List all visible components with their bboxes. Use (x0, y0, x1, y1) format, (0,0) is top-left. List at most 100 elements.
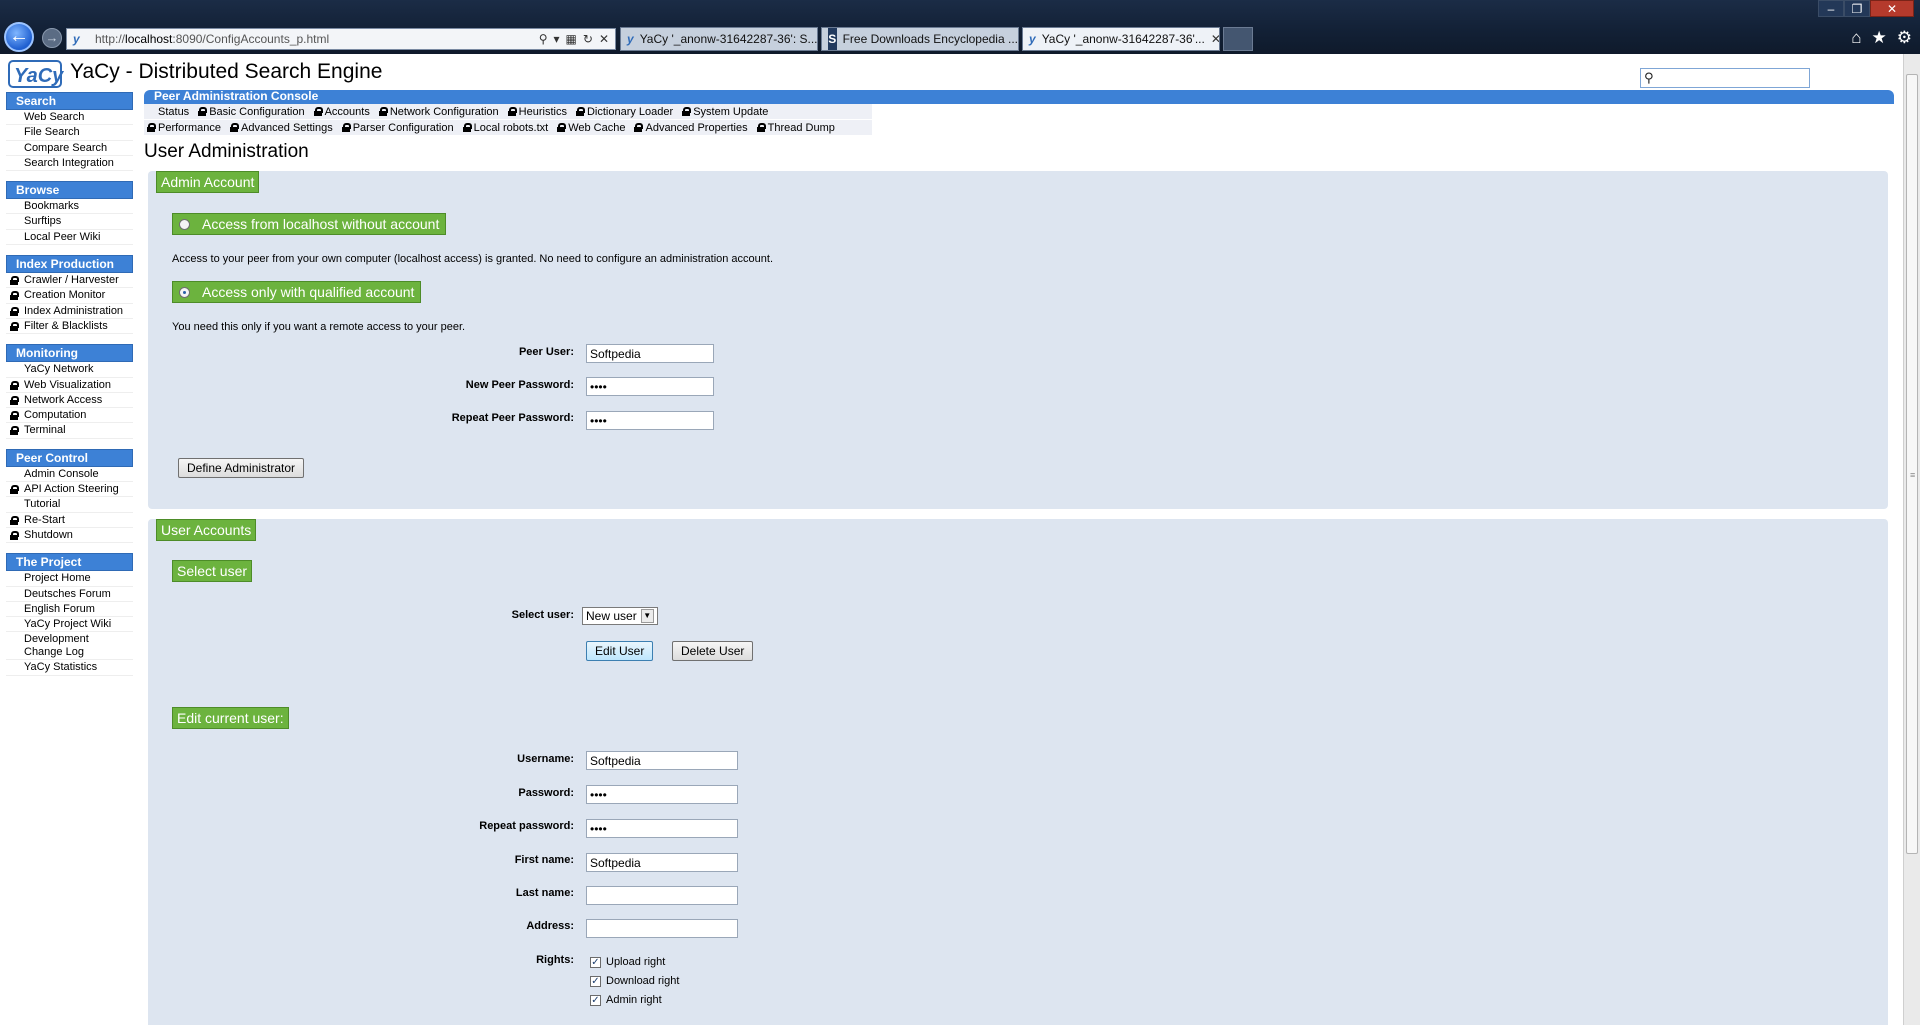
console-tab-network-configuration[interactable]: Network Configuration (376, 104, 505, 119)
sidebar-item-admin-console[interactable]: Admin Console (6, 466, 133, 483)
sidebar-item-label: Re-Start (24, 513, 65, 526)
sidebar-item-development-change-log[interactable]: Development Change Log (6, 632, 133, 661)
username-input[interactable] (586, 751, 738, 770)
sidebar-item-re-start[interactable]: Re-Start (6, 512, 133, 528)
checkbox-checked-icon[interactable]: ✓ (590, 994, 601, 1006)
sidebar-item-deutsches-forum[interactable]: Deutsches Forum (6, 586, 133, 602)
close-tab-icon[interactable]: ✕ (1211, 28, 1219, 50)
password-input[interactable] (586, 785, 738, 804)
close-window-icon[interactable]: ✕ (1870, 0, 1914, 17)
sidebar-item-surftips[interactable]: Surftips (6, 214, 133, 230)
forward-arrow-icon[interactable]: → (42, 28, 62, 48)
console-tab-label: Parser Configuration (352, 122, 454, 134)
sidebar-item-compare-search[interactable]: Compare Search (6, 140, 133, 156)
download-right-checkbox[interactable]: ✓ Download right (590, 975, 679, 987)
refresh-icon[interactable]: ↻ (583, 32, 593, 46)
upload-right-checkbox[interactable]: ✓ Upload right (590, 956, 665, 968)
console-tab-local-robots-txt[interactable]: Local robots.txt (460, 120, 555, 135)
checkbox-checked-icon[interactable]: ✓ (590, 956, 601, 968)
console-tab-parser-configuration[interactable]: Parser Configuration (339, 120, 460, 135)
sidebar-item-project-home[interactable]: Project Home (6, 571, 133, 587)
radio-localhost-access[interactable]: Access from localhost without account (172, 213, 447, 235)
first-name-input[interactable] (586, 853, 738, 872)
admin-right-checkbox[interactable]: ✓ Admin right (590, 994, 662, 1006)
home-icon[interactable]: ⌂ (1851, 28, 1861, 48)
sidebar-item-local-peer-wiki[interactable]: Local Peer Wiki (6, 229, 133, 246)
sidebar-item-crawler-harvester[interactable]: Crawler / Harvester (6, 273, 133, 289)
select-user-dropdown[interactable]: New user ▼ (582, 607, 658, 625)
define-administrator-button[interactable]: Define Administrator (178, 458, 305, 478)
console-tab-system-update[interactable]: System Update (679, 104, 774, 119)
console-tab-web-cache[interactable]: Web Cache (554, 120, 631, 135)
maximize-icon[interactable]: ❐ (1844, 0, 1870, 17)
console-tab-performance[interactable]: Performance (144, 120, 227, 135)
vertical-scrollbar[interactable]: ≡ (1903, 54, 1920, 1025)
sidebar-item-english-forum[interactable]: English Forum (6, 601, 133, 618)
console-tab-advanced-properties[interactable]: Advanced Properties (631, 120, 753, 135)
radio-qualified-icon[interactable] (179, 286, 190, 298)
sidebar-item-web-visualization[interactable]: Web Visualization (6, 377, 133, 393)
sidebar-item-web-search[interactable]: Web Search (6, 110, 133, 126)
lock-icon (341, 123, 351, 132)
sidebar-item-yacy-network[interactable]: YaCy Network (6, 362, 133, 378)
sidebar-item-index-administration[interactable]: Index Administration (6, 303, 133, 319)
sidebar-item-yacy-statistics[interactable]: YaCy Statistics (6, 660, 133, 676)
radio-localhost-icon[interactable] (179, 218, 190, 230)
repeat-peer-password-input[interactable] (586, 411, 714, 430)
console-tab-status[interactable]: Status (144, 104, 195, 119)
browser-tab-2[interactable]: S Free Downloads Encyclopedia ... (821, 27, 1019, 51)
minimize-icon[interactable]: – (1818, 0, 1844, 17)
sidebar-item-shutdown[interactable]: Shutdown (6, 527, 133, 544)
new-tab-button[interactable] (1223, 27, 1253, 51)
address-bar[interactable]: y http://localhost:8090/ConfigAccounts_p… (66, 28, 616, 50)
tab-label: YaCy '_anonw-31642287-36': S... (639, 32, 818, 46)
sidebar-item-label: Index Administration (24, 304, 124, 317)
console-tab-label: Local robots.txt (473, 122, 549, 134)
sidebar-group-browse: Browse Bookmarks Surftips Local Peer Wiki (6, 181, 133, 246)
dropdown-icon[interactable]: ▾ (554, 32, 560, 46)
sidebar-item-filter-blacklists[interactable]: Filter & Blacklists (6, 318, 133, 335)
checkbox-checked-icon[interactable]: ✓ (590, 975, 601, 987)
sidebar-item-label: Web Visualization (24, 378, 112, 391)
lock-icon (229, 123, 239, 132)
console-tab-basic-configuration[interactable]: Basic Configuration (195, 104, 310, 119)
console-tab-heuristics[interactable]: Heuristics (505, 104, 573, 119)
address-url[interactable]: http://localhost:8090/ConfigAccounts_p.h… (95, 32, 329, 46)
sidebar-item-tutorial[interactable]: Tutorial (6, 497, 133, 513)
console-tab-advanced-settings[interactable]: Advanced Settings (227, 120, 339, 135)
browser-tab-3[interactable]: y YaCy '_anonw-31642287-36'... ✕ (1022, 27, 1220, 51)
console-tab-thread-dump[interactable]: Thread Dump (754, 120, 841, 135)
lock-icon (634, 123, 644, 132)
browser-tab-1[interactable]: y YaCy '_anonw-31642287-36': S... (620, 27, 818, 51)
chevron-down-icon[interactable]: ▼ (640, 609, 654, 623)
top-search-input[interactable]: ⚲ (1640, 68, 1810, 88)
sidebar-item-file-search[interactable]: File Search (6, 125, 133, 141)
stop-icon[interactable]: ✕ (599, 32, 609, 46)
favorites-star-icon[interactable]: ★ (1872, 28, 1887, 48)
radio-qualified-access[interactable]: Access only with qualified account (172, 281, 422, 303)
scrollbar-thumb[interactable]: ≡ (1906, 74, 1918, 854)
gear-icon[interactable]: ⚙ (1897, 28, 1912, 48)
sidebar-item-creation-monitor[interactable]: Creation Monitor (6, 288, 133, 304)
console-tab-dictionary-loader[interactable]: Dictionary Loader (573, 104, 679, 119)
edit-user-button[interactable]: Edit User (586, 641, 654, 661)
sidebar-item-terminal[interactable]: Terminal (6, 423, 133, 439)
console-tab-label: Accounts (324, 106, 370, 118)
sidebar-item-computation[interactable]: Computation (6, 408, 133, 424)
console-tab-label: Thread Dump (767, 122, 835, 134)
sidebar-item-bookmarks[interactable]: Bookmarks (6, 199, 133, 215)
repeat-password-input[interactable] (586, 819, 738, 838)
peer-user-input[interactable] (586, 344, 714, 363)
new-peer-password-input[interactable] (586, 377, 714, 396)
delete-user-button[interactable]: Delete User (672, 641, 754, 661)
sidebar-item-api-action-steering[interactable]: API Action Steering (6, 482, 133, 498)
search-icon[interactable]: ⚲ (539, 32, 548, 46)
address-input[interactable] (586, 919, 738, 938)
sidebar-item-network-access[interactable]: Network Access (6, 392, 133, 409)
sidebar-item-yacy-project-wiki[interactable]: YaCy Project Wiki (6, 617, 133, 633)
console-tab-accounts[interactable]: Accounts (311, 104, 376, 119)
compatibility-icon[interactable]: ▦ (566, 32, 577, 46)
sidebar-item-search-integration[interactable]: Search Integration (6, 155, 133, 172)
last-name-input[interactable] (586, 886, 738, 905)
back-arrow-icon[interactable]: ← (4, 22, 34, 52)
